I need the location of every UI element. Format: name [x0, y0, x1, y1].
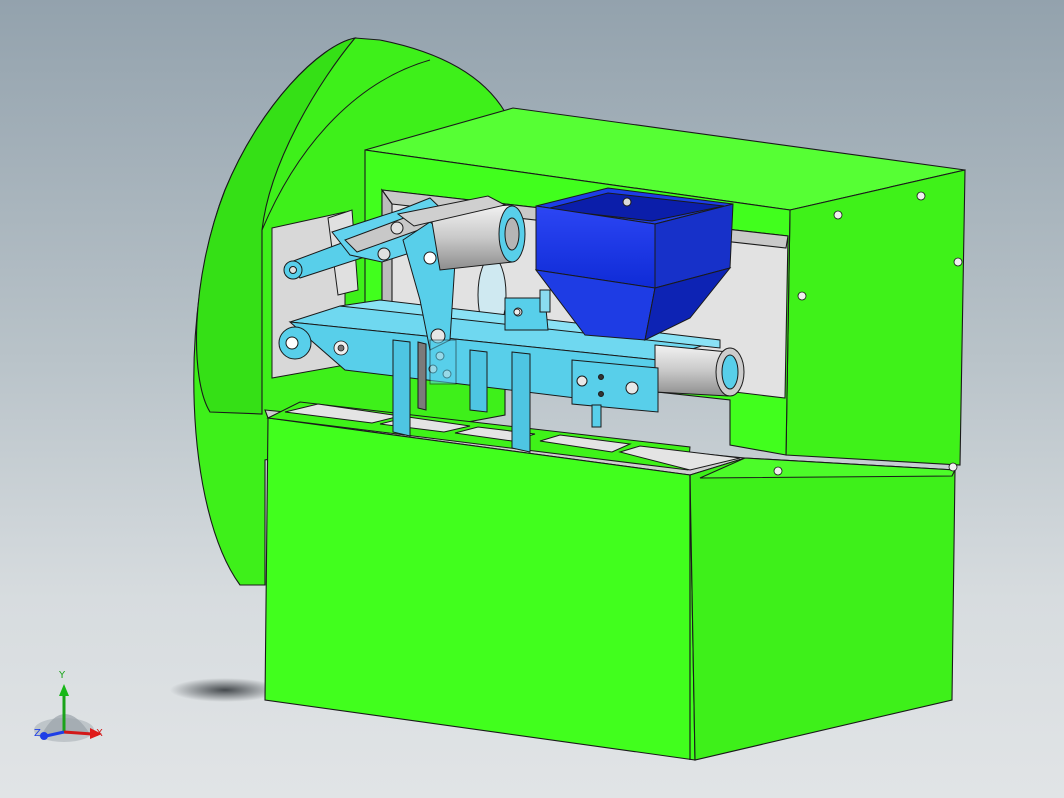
axis-triad[interactable]: Y X Z: [28, 670, 118, 762]
axis-y-label: Y: [59, 670, 66, 681]
conveyor-roller: [654, 344, 745, 397]
machine-3d-model[interactable]: [0, 0, 1064, 798]
conveyor-end-plate: [571, 359, 659, 428]
cad-viewport[interactable]: Y X Z: [0, 0, 1064, 798]
axis-z-label: Z: [34, 728, 41, 739]
ground-shadow: [170, 678, 280, 702]
axis-x-label: X: [96, 728, 103, 739]
lower-base[interactable]: [264, 409, 956, 761]
triad-graphic: [34, 684, 102, 742]
